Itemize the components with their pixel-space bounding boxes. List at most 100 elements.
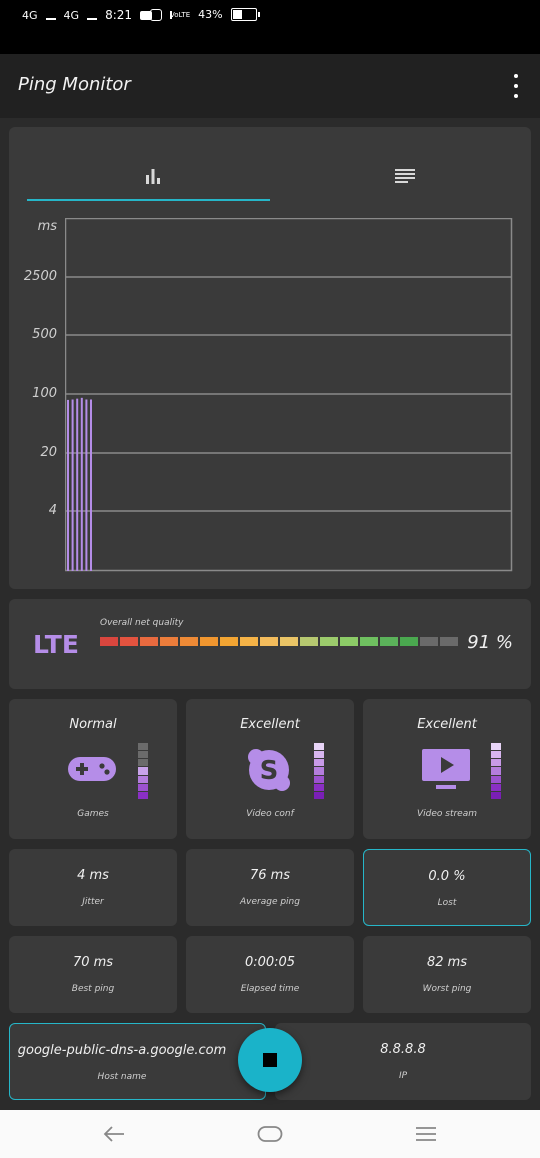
host-name-card[interactable]: google-public-dns-a.google.com Host name [9,1023,266,1100]
stat-label: Jitter [82,897,104,907]
ping-bar [67,399,69,571]
quality-segment [100,637,118,646]
stat-label: Elapsed time [240,984,300,994]
quality-segment [260,637,278,646]
quality-segment [160,637,178,646]
stat-label: Average ping [240,897,300,907]
menu-icon[interactable] [414,1124,438,1144]
level-segment [138,743,148,751]
ip-address: 8.8.8.8 [380,1042,426,1057]
games-quality-level [138,743,148,799]
quality-segment [440,637,458,646]
stat-jitter: 4 ms Jitter [9,849,177,926]
level-segment [314,783,324,791]
level-segment [314,759,324,767]
stat-label: Best ping [71,984,115,994]
skype-icon: S [246,747,292,797]
tab-list[interactable] [279,151,531,201]
stat-average-ping: 76 ms Average ping [186,849,354,926]
tile-title: Excellent [240,717,300,732]
stat-value: 70 ms [72,955,114,970]
stat-value: 0.0 % [428,869,466,884]
tile-games: Normal Games [9,699,177,839]
tile-title: Excellent [417,717,477,732]
host-name: google-public-dns-a.google.com [17,1043,227,1058]
list-icon [395,169,415,183]
level-segment [138,759,148,767]
y-tick-label: 20 [40,445,57,460]
stat-value: 4 ms [77,868,109,883]
ping-bar [90,399,92,571]
stat-label: Worst ping [422,984,472,994]
stat-best-ping: 70 ms Best ping [9,936,177,1013]
network-type-1: 4G [22,8,38,22]
quality-segment [200,637,218,646]
y-tick-label: 500 [32,327,57,342]
signal-icon [45,10,56,20]
stat-value: 0:00:05 [244,955,296,970]
quality-segment [280,637,298,646]
bar-chart-icon [146,169,160,184]
quality-segment [400,637,418,646]
chart-card: ms 2500 500 100 20 4 [9,127,531,589]
host-name-label: Host name [97,1072,147,1082]
tile-subtitle: Video stream [416,809,477,819]
level-segment [314,751,324,759]
video-stream-quality-level [491,743,501,799]
level-segment [314,767,324,775]
level-segment [314,791,324,799]
more-options-icon[interactable] [510,74,522,98]
stat-elapsed-time: 0:00:05 Elapsed time [186,936,354,1013]
app-title: Ping Monitor [18,74,131,95]
level-segment [138,751,148,759]
quality-segment [240,637,258,646]
level-segment [491,791,501,799]
tv-play-icon [420,747,472,797]
level-segment [491,751,501,759]
quality-segment [380,637,398,646]
app-bar: Ping Monitor [0,54,540,118]
network-type-label: LTE [33,630,79,659]
quality-segment [300,637,318,646]
level-segment [491,759,501,767]
tile-video-stream: Excellent Video stream [363,699,531,839]
stat-value: 82 ms [426,955,468,970]
quality-segment [220,637,238,646]
back-icon[interactable] [102,1124,126,1144]
y-tick-label: 4 [48,503,57,518]
quality-percent: 91 % [467,632,513,653]
ping-bar [71,399,74,571]
clock: 8:21 [105,8,133,22]
stat-lost[interactable]: 0.0 % Lost [363,849,531,926]
tile-title: Normal [69,717,117,732]
status-bar: 4G 4G 8:21 VoLTE 43% [0,0,540,54]
stat-label: Lost [437,898,457,908]
tile-video-conf: Excellent S Video conf [186,699,354,839]
ip-card: 8.8.8.8 IP [275,1023,531,1100]
signal-icon-2 [87,10,98,20]
level-segment [314,743,324,751]
quality-segment [180,637,198,646]
active-tab-indicator [27,199,270,201]
level-segment [491,783,501,791]
mute-icon [150,8,162,21]
quality-card: LTE Overall net quality 91 % [9,599,531,689]
battery-icon [230,8,260,21]
ping-bar [76,398,79,571]
home-icon[interactable] [257,1124,283,1144]
level-segment [138,767,148,775]
system-nav-bar [0,1110,540,1158]
network-type-2: 4G [63,8,80,22]
view-tabs [27,151,531,201]
level-segment [138,791,148,799]
stat-worst-ping: 82 ms Worst ping [363,936,531,1013]
stat-value: 76 ms [249,868,291,883]
stop-button[interactable] [238,1028,302,1092]
volte-label: VoLTE [170,10,191,19]
ping-bar [80,397,83,571]
tile-subtitle: Games [77,809,109,819]
quality-segment [120,637,138,646]
tab-chart[interactable] [27,151,279,201]
quality-segment [320,637,338,646]
ip-label: IP [398,1071,408,1081]
